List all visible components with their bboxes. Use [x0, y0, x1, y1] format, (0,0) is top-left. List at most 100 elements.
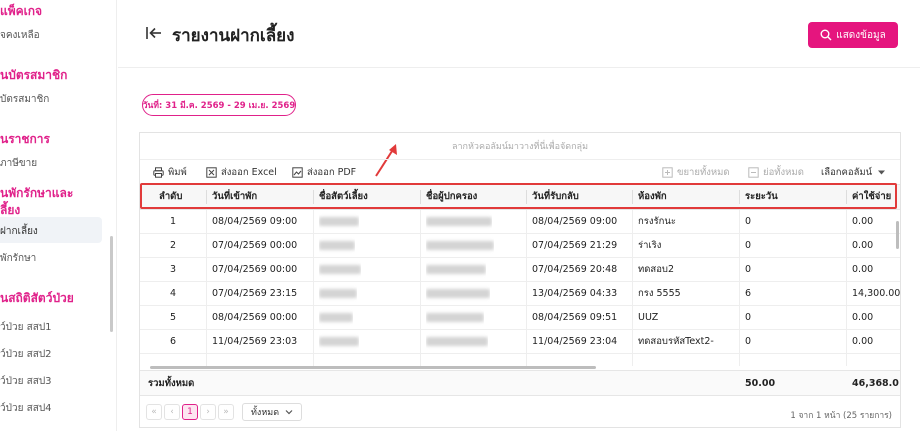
cell-cost: 0.00: [852, 264, 874, 275]
cell-cost: 0.00: [852, 216, 874, 227]
sidebar-item-ssp3[interactable]: ว์ป่วย สสป3: [0, 374, 52, 389]
expand-icon: [662, 167, 673, 178]
cell-checkin: 07/04/2569 00:00: [212, 264, 298, 275]
expand-all-button[interactable]: ขยายทั้งหมด: [662, 165, 730, 180]
cell-days: 6: [745, 288, 752, 299]
prev-page-button[interactable]: ‹: [164, 404, 180, 420]
export-pdf-label: ส่งออก PDF: [307, 167, 357, 178]
last-page-button[interactable]: »: [218, 404, 234, 420]
table-row[interactable]: 2 07/04/2569 00:00 07/04/2569 21:29 ร่าเ…: [140, 234, 900, 258]
cell-checkin: 11/04/2569 23:03: [212, 336, 298, 347]
horizontal-scrollbar[interactable]: [150, 366, 596, 369]
cell-days: 0: [745, 216, 752, 227]
page-number-button[interactable]: 1: [182, 404, 198, 420]
print-button[interactable]: พิมพ์: [153, 165, 187, 180]
sidebar-item-ssp1[interactable]: ว์ป่วย สสป1: [0, 320, 52, 335]
cell-days: 0: [745, 264, 752, 275]
show-data-label: แสดงข้อมูล: [836, 29, 886, 41]
header-divider: [118, 67, 920, 68]
caret-down-icon: [878, 170, 886, 175]
cell-cost: 0.00: [852, 312, 874, 323]
collapse-left-icon[interactable]: [145, 24, 163, 42]
cell-days: 0: [745, 240, 752, 251]
table-row[interactable]: 4 07/04/2569 23:15 13/04/2569 04:33 กรง …: [140, 282, 900, 306]
excel-icon: [206, 167, 217, 178]
page-size-value: ทั้งหมด: [251, 408, 280, 418]
cell-room: ร่าเริง: [638, 240, 662, 251]
cell-owner-name: [426, 210, 492, 234]
cell-days: 0: [745, 336, 752, 347]
choose-columns-label: เลือกคอลัมน์: [821, 167, 873, 178]
export-excel-label: ส่งออก Excel: [221, 167, 277, 178]
summary-cost-total: 46,368.0: [852, 378, 899, 389]
cell-no: 1: [170, 216, 177, 227]
next-page-button[interactable]: ›: [200, 404, 216, 420]
cell-checkout: 07/04/2569 20:48: [532, 264, 618, 275]
cell-checkout: 13/04/2569 04:33: [532, 288, 618, 299]
show-data-button[interactable]: แสดงข้อมูล: [808, 22, 898, 48]
cell-checkin: 07/04/2569 00:00: [212, 240, 298, 251]
cell-pet-name: [319, 282, 357, 306]
print-label: พิมพ์: [168, 167, 187, 178]
cell-checkout: 08/04/2569 09:00: [532, 216, 618, 227]
cell-room: กรง 5555: [638, 288, 681, 299]
table-row[interactable]: 5 08/04/2569 00:00 08/04/2569 09:51 UUZ …: [140, 306, 900, 330]
sidebar-item-remaining[interactable]: จคงเหลือ: [0, 28, 40, 43]
sidebar-item-ssp4[interactable]: ว์ป่วย สสป4: [0, 401, 52, 416]
sidebar-item-sales-tax[interactable]: ภาษีขาย: [0, 156, 37, 171]
page-size-select[interactable]: ทั้งหมด: [242, 403, 302, 421]
group-panel[interactable]: ลากหัวคอลัมน์มาวางที่นี่เพื่อจัดกลุ่ม: [140, 133, 900, 160]
cell-checkin: 08/04/2569 09:00: [212, 216, 298, 227]
cell-days: 0: [745, 312, 752, 323]
cell-cost: 0.00: [852, 240, 874, 251]
cell-checkout: 07/04/2569 21:29: [532, 240, 618, 251]
export-excel-button[interactable]: ส่งออก Excel: [206, 165, 277, 180]
chevron-down-icon: [285, 410, 293, 415]
table-row[interactable]: 6 11/04/2569 23:03 11/04/2569 23:04 ทดสอ…: [140, 330, 900, 354]
sidebar-heading-package: แพ็คเกจ: [0, 4, 43, 18]
cell-owner-name: [426, 282, 490, 306]
sidebar-item-boarding[interactable]: ฝากเลี้ยง: [0, 224, 38, 239]
sidebar-item-member-card[interactable]: บัตรสมาชิก: [0, 92, 49, 107]
pager: « ‹ 1 › » ทั้งหมด 1 จาก 1 หน้า (25 รายกา…: [140, 399, 900, 425]
cell-checkout: 11/04/2569 23:04: [532, 336, 618, 347]
cell-no: 5: [170, 312, 177, 323]
cell-cost: 14,300.00: [852, 288, 900, 299]
pdf-icon: [292, 167, 303, 178]
cell-pet-name: [319, 330, 359, 354]
sidebar-heading-sick-stats: นสถิติสัตว์ป่วย: [0, 291, 74, 305]
pager-info: 1 จาก 1 หน้า (25 รายการ): [790, 411, 892, 421]
cell-pet-name: [319, 210, 359, 234]
cell-cost: 0.00: [852, 336, 874, 347]
header-highlight-box: [140, 183, 897, 209]
cell-owner-name: [426, 234, 494, 258]
sidebar-item-treatment[interactable]: พักรักษา: [0, 251, 36, 266]
sidebar-heading-government: นราชการ: [0, 132, 50, 146]
first-page-button[interactable]: «: [146, 404, 162, 420]
export-pdf-button[interactable]: ส่งออก PDF: [292, 165, 356, 180]
cell-room: กรงรักนะ: [638, 216, 676, 227]
sidebar-heading-member-card: นบัตรสมาชิก: [0, 68, 68, 82]
cell-checkout: 08/04/2569 09:51: [532, 312, 618, 323]
collapse-all-button[interactable]: ย่อทั้งหมด: [748, 165, 804, 180]
cell-room: ทดสอบ2: [638, 264, 675, 275]
page-title: รายงานฝากเลี้ยง: [172, 26, 295, 46]
cell-pet-name: [319, 234, 355, 258]
cell-owner-name: [426, 330, 488, 354]
table-row[interactable]: 3 07/04/2569 00:00 07/04/2569 20:48 ทดสอ…: [140, 258, 900, 282]
expand-all-label: ขยายทั้งหมด: [677, 167, 730, 178]
grid-toolbar: พิมพ์ ส่งออก Excel ส่งออก PDF ขยายทั้งหม…: [140, 161, 900, 184]
summary-row: รวมทั้งหมด 50.00 46,368.0: [140, 370, 900, 396]
vertical-scrollbar[interactable]: [896, 221, 899, 249]
cell-pet-name: [319, 306, 353, 330]
cell-owner-name: [426, 258, 486, 282]
sidebar-scrollbar[interactable]: [110, 236, 113, 332]
table-row[interactable]: 1 08/04/2569 09:00 08/04/2569 09:00 กรงร…: [140, 210, 900, 234]
sidebar: แพ็คเกจ จคงเหลือ นบัตรสมาชิก บัตรสมาชิก …: [0, 0, 117, 431]
sidebar-item-ssp2[interactable]: ว์ป่วย สสป2: [0, 347, 52, 362]
choose-columns-button[interactable]: เลือกคอลัมน์: [821, 165, 887, 180]
cell-no: 3: [170, 264, 177, 275]
report-grid: ลากหัวคอลัมน์มาวางที่นี่เพื่อจัดกลุ่ม พิ…: [139, 132, 901, 428]
date-range-badge[interactable]: วันที่: 31 มี.ค. 2569 - 29 เม.ย. 2569: [142, 94, 296, 116]
cell-no: 2: [170, 240, 177, 251]
